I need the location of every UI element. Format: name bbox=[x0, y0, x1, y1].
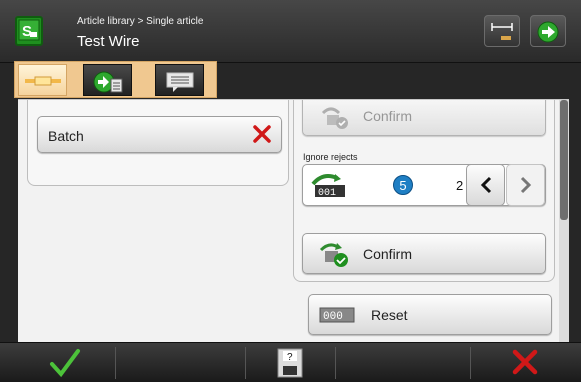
close-red-icon bbox=[253, 125, 271, 143]
ignore-rejects-counter[interactable]: 001 5 2 bbox=[302, 164, 546, 206]
counter-value: 2 bbox=[456, 178, 464, 193]
app-window: S Article library > Single article Test … bbox=[0, 0, 581, 382]
checkmark-icon bbox=[50, 349, 80, 378]
svg-text:S: S bbox=[22, 23, 32, 40]
measure-button[interactable] bbox=[484, 15, 520, 47]
footer-divider bbox=[245, 347, 246, 379]
chevron-left-icon bbox=[480, 176, 491, 194]
close-red-icon bbox=[512, 349, 538, 375]
header-bar: S Article library > Single article Test … bbox=[0, 0, 581, 63]
footer-divider bbox=[470, 347, 471, 379]
svg-text:?: ? bbox=[287, 352, 293, 363]
cancel-button[interactable] bbox=[480, 345, 570, 381]
counter-icon: 001 bbox=[311, 174, 345, 199]
footer-bar: ? bbox=[0, 342, 581, 382]
confirm-check-icon bbox=[319, 243, 348, 267]
step-number-badge: 5 bbox=[393, 175, 413, 195]
batch-label: Batch bbox=[48, 128, 84, 144]
reset-counter-icon: 000 bbox=[319, 307, 355, 323]
confirm-button[interactable]: Confirm bbox=[302, 233, 546, 274]
tab-messages[interactable] bbox=[155, 64, 204, 96]
svg-text:000: 000 bbox=[323, 311, 343, 323]
reset-button[interactable]: 000 Reset bbox=[308, 294, 552, 335]
confirm-top-label: Confirm bbox=[363, 108, 413, 124]
page-title: Test Wire bbox=[77, 33, 140, 50]
ignore-rejects-label: Ignore rejects bbox=[303, 152, 358, 162]
scrollbar-thumb[interactable] bbox=[560, 100, 568, 220]
process-icon bbox=[93, 71, 122, 93]
message-icon bbox=[166, 72, 193, 92]
ok-button[interactable] bbox=[20, 345, 110, 381]
reset-label: Reset bbox=[371, 307, 408, 323]
confirm-button-disabled[interactable]: Confirm bbox=[302, 100, 546, 136]
confirm-check-icon bbox=[321, 107, 348, 129]
save-disk-icon: ? bbox=[277, 348, 303, 378]
breadcrumb: Article library > Single article bbox=[77, 16, 204, 27]
batch-button[interactable]: Batch bbox=[37, 116, 282, 153]
wire-icon bbox=[24, 76, 61, 86]
decrement-button[interactable] bbox=[466, 164, 505, 206]
tab-process[interactable] bbox=[83, 64, 132, 96]
app-logo-icon: S bbox=[15, 16, 43, 46]
footer-divider bbox=[115, 347, 116, 379]
batch-group: Batch bbox=[27, 100, 289, 186]
save-as-button[interactable]: ? bbox=[250, 345, 330, 381]
footer-divider bbox=[335, 347, 336, 379]
confirm-label: Confirm bbox=[363, 246, 413, 262]
rejects-group: Confirm Ignore rejects 001 5 2 Confirm bbox=[293, 100, 555, 282]
content-panel: Batch Confirm Ignore rejects 001 5 2 Con… bbox=[18, 99, 569, 342]
increment-button[interactable] bbox=[506, 164, 545, 206]
arrow-right-circle-icon bbox=[537, 21, 559, 43]
tab-strip bbox=[14, 61, 217, 98]
vertical-scrollbar[interactable] bbox=[559, 100, 569, 342]
measure-length-icon bbox=[491, 23, 513, 40]
go-forward-button[interactable] bbox=[530, 15, 566, 47]
svg-text:001: 001 bbox=[318, 188, 336, 199]
tab-wire[interactable] bbox=[18, 64, 67, 96]
chevron-right-icon bbox=[520, 176, 531, 194]
